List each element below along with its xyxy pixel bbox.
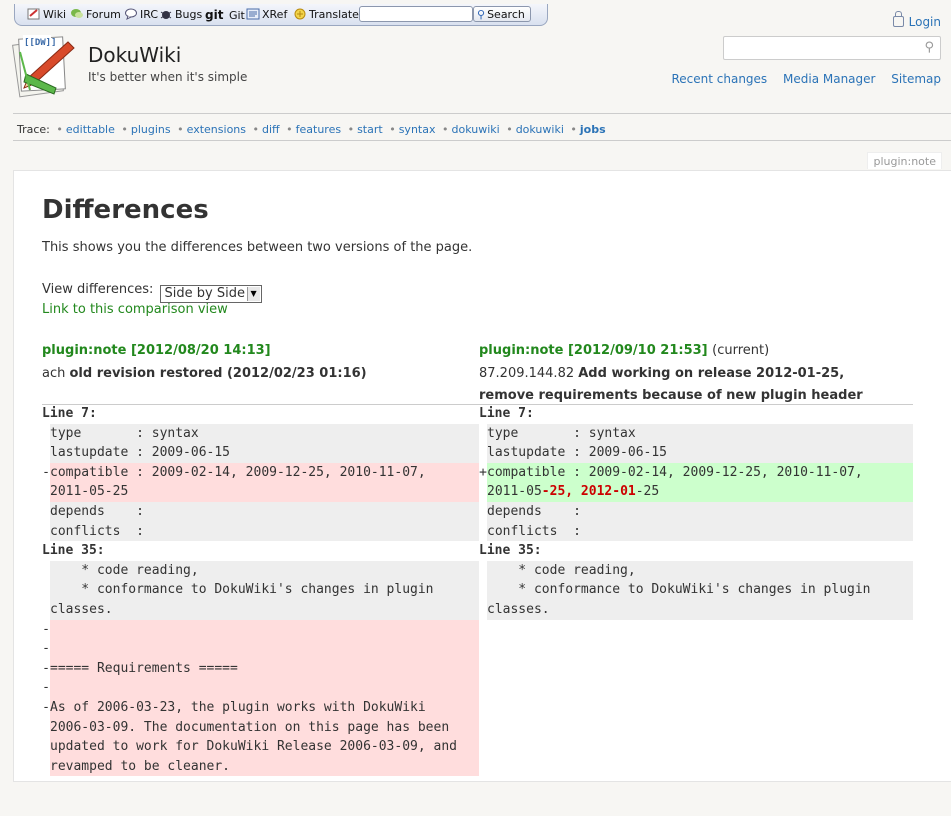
left-revision-title: plugin:note [2012/08/20 14:13] bbox=[42, 343, 271, 358]
deleted-marker: - bbox=[42, 464, 50, 480]
toolbar-irc-link[interactable]: IRC bbox=[124, 8, 158, 22]
diff-deleted-row: - bbox=[42, 639, 913, 659]
dokuwiki-logo[interactable]: [[DW]] bbox=[10, 30, 80, 100]
diff-context-row: depends : depends : bbox=[42, 502, 913, 522]
diff-context-row: classes. classes. bbox=[42, 600, 913, 620]
sitemap-link[interactable]: Sitemap bbox=[891, 72, 941, 86]
diff-line-header: Line 7: Line 7: bbox=[42, 406, 534, 421]
forum-icon bbox=[71, 9, 83, 18]
breadcrumb-item[interactable]: features bbox=[296, 123, 341, 136]
page-id: plugin:note bbox=[867, 152, 942, 169]
search-icon[interactable]: ⚲ bbox=[924, 40, 934, 55]
site-tools-nav: Recent changes Media Manager Sitemap bbox=[659, 72, 941, 86]
diff-deleted-row: 2006-03-09. The documentation on this pa… bbox=[42, 717, 913, 738]
diff-context-row: conflicts : conflicts : bbox=[42, 521, 913, 542]
breadcrumb-item[interactable]: diff bbox=[262, 123, 280, 136]
view-differences: View differences: Side by Side ▼ bbox=[42, 282, 262, 303]
added-marker: + bbox=[479, 464, 487, 480]
site-search-input[interactable]: ⚲ bbox=[723, 36, 941, 60]
view-differences-label: View differences: bbox=[42, 282, 154, 297]
toolbar: Wiki Forum IRC Bugs git Git XRef Transla… bbox=[14, 4, 548, 26]
page-content: Differences This shows you the differenc… bbox=[13, 170, 951, 782]
breadcrumb-item[interactable]: start bbox=[357, 123, 383, 136]
comparison-link[interactable]: Link to this comparison view bbox=[42, 302, 228, 317]
diff-deleted-row: - bbox=[42, 678, 913, 698]
chevron-down-icon[interactable]: ▼ bbox=[246, 287, 260, 301]
wiki-icon bbox=[27, 8, 40, 20]
diff-context-row: * code reading, * code reading, bbox=[42, 560, 913, 581]
toolbar-translate-link[interactable]: Translate bbox=[293, 8, 359, 22]
page-intro: This shows you the differences between t… bbox=[42, 240, 473, 255]
breadcrumb-item[interactable]: edittable bbox=[66, 123, 115, 136]
toolbar-search-button[interactable]: ⚲ Search bbox=[473, 6, 531, 22]
left-revision-link[interactable]: plugin:note [2012/08/20 14:13] bbox=[42, 343, 271, 358]
diff-deleted-row: - As of 2006-03-23, the plugin works wit… bbox=[42, 698, 913, 718]
diff-changed-row: 2011-05-25 2011-05-25, 2012-01-25 bbox=[42, 482, 913, 502]
diff-context-row: lastupdate : 2009-06-15 lastupdate : 200… bbox=[42, 443, 913, 463]
breadcrumb-item[interactable]: syntax bbox=[399, 123, 436, 136]
breadcrumb-item[interactable]: dokuwiki bbox=[451, 123, 499, 136]
diff-context-row: type : syntax type : syntax bbox=[42, 423, 913, 444]
diff-deleted-row: - bbox=[42, 619, 913, 640]
diff-deleted-row: updated to work for DokuWiki Release 200… bbox=[42, 737, 913, 757]
diff-line-header: Line 35: Line 35: bbox=[42, 543, 542, 559]
site-title[interactable]: DokuWiki bbox=[88, 43, 181, 67]
toolbar-xref-link[interactable]: XRef bbox=[246, 8, 287, 22]
diff-deleted-row: revamped to be cleaner. bbox=[42, 756, 913, 777]
toolbar-bugs-link[interactable]: Bugs bbox=[159, 8, 202, 22]
left-revision-author: ach bbox=[42, 366, 66, 381]
site-tagline: It's better when it's simple bbox=[88, 70, 248, 84]
xref-icon bbox=[246, 8, 260, 20]
toolbar-git-link[interactable]: git Git bbox=[205, 8, 245, 22]
right-revision-author: 87.209.144.82 bbox=[479, 366, 575, 381]
breadcrumb: Trace: • edittable • plugins • extensions •… bbox=[17, 123, 606, 136]
breadcrumb-label: Trace: bbox=[17, 123, 50, 136]
breadcrumb-divider bbox=[13, 140, 951, 141]
lock-icon bbox=[892, 11, 904, 27]
diff-changed-row: - compatible : 2009-02-14, 2009-12-25, 2… bbox=[42, 462, 913, 483]
media-manager-link[interactable]: Media Manager bbox=[783, 72, 875, 86]
right-revision-title: plugin:note [2012/09/10 21:53] (current) bbox=[479, 343, 769, 358]
search-icon: ⚲ bbox=[477, 8, 486, 21]
login-link[interactable]: Login bbox=[892, 11, 941, 29]
translate-icon bbox=[294, 8, 306, 20]
git-icon: git bbox=[205, 8, 224, 22]
left-revision-summary: ach old revision restored (2012/02/23 01… bbox=[42, 363, 462, 385]
breadcrumb-item[interactable]: dokuwiki bbox=[516, 123, 564, 136]
diff-deleted-row: - ===== Requirements ===== bbox=[42, 658, 913, 679]
recent-changes-link[interactable]: Recent changes bbox=[671, 72, 767, 86]
irc-icon bbox=[125, 8, 137, 20]
toolbar-forum-link[interactable]: Forum bbox=[70, 8, 121, 22]
breadcrumb-item[interactable]: extensions bbox=[187, 123, 246, 136]
current-label: (current) bbox=[712, 343, 770, 358]
breadcrumb-item[interactable]: plugins bbox=[131, 123, 171, 136]
toolbar-wiki-link[interactable]: Wiki bbox=[27, 8, 66, 22]
right-revision-link[interactable]: plugin:note [2012/09/10 21:53] bbox=[479, 343, 708, 358]
bug-icon bbox=[160, 11, 172, 19]
diff-view-select[interactable]: Side by Side ▼ bbox=[159, 285, 262, 303]
svg-text:[[DW]]: [[DW]] bbox=[24, 38, 57, 48]
header-divider bbox=[13, 113, 951, 114]
diff-context-row: * conformance to DokuWiki's changes in p… bbox=[42, 580, 913, 600]
toolbar-search-input[interactable] bbox=[359, 6, 473, 22]
left-revision-comment: old revision restored (2012/02/23 01:16) bbox=[69, 366, 367, 381]
right-revision-summary: 87.209.144.82 Add working on release 201… bbox=[479, 363, 899, 407]
page-title: Differences bbox=[42, 195, 209, 225]
breadcrumb-current[interactable]: jobs bbox=[580, 123, 606, 136]
added-text-highlight: -25, 2012-01 bbox=[541, 484, 636, 500]
